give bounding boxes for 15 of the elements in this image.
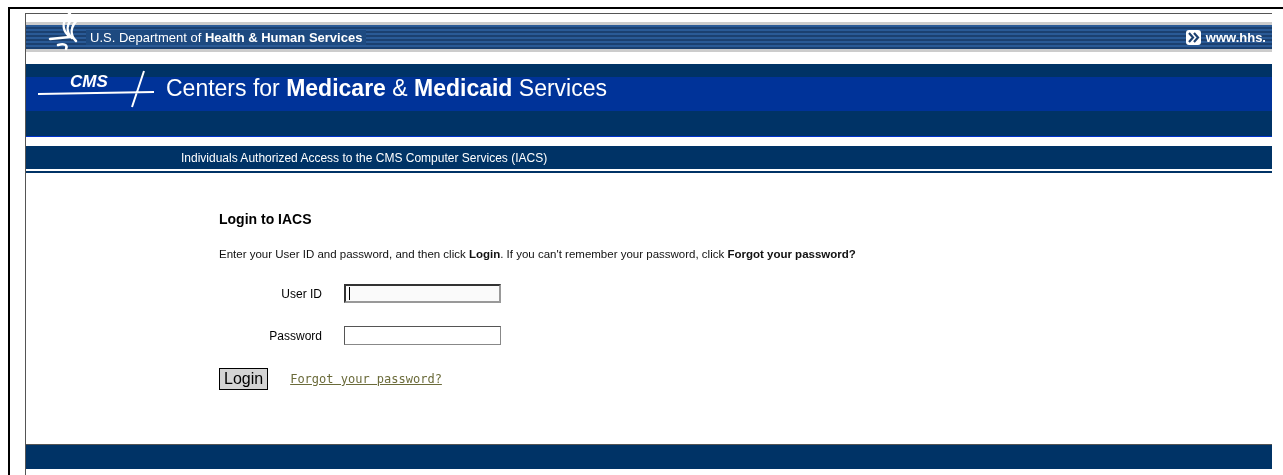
forgot-password-link[interactable]: Forgot your password? bbox=[290, 372, 442, 386]
banner-title: Centers for Medicare & Medicaid Services bbox=[166, 74, 607, 102]
field-label: Password bbox=[268, 328, 323, 343]
login-heading: Login to IACS bbox=[219, 211, 313, 227]
subtitle: Individuals Authorized Access to the CMS Computer Services (IACS) bbox=[181, 150, 548, 165]
cms-logo: CMS bbox=[36, 67, 156, 109]
hhs-link[interactable]: www.hhs. bbox=[1185, 29, 1266, 45]
eagle-logo-icon bbox=[46, 11, 80, 51]
double-arrow-icon bbox=[1185, 29, 1201, 45]
login-button[interactable]: Login bbox=[219, 368, 269, 390]
input-field[interactable] bbox=[344, 284, 501, 303]
field-label: User ID bbox=[280, 286, 323, 301]
input-field[interactable] bbox=[344, 326, 501, 345]
agency-title: U.S. Department of Health & Human Services bbox=[86, 29, 367, 45]
instructions: Enter your User ID and password, and then click Login. If you can't remember your password, click Forgot your password? bbox=[219, 248, 857, 260]
